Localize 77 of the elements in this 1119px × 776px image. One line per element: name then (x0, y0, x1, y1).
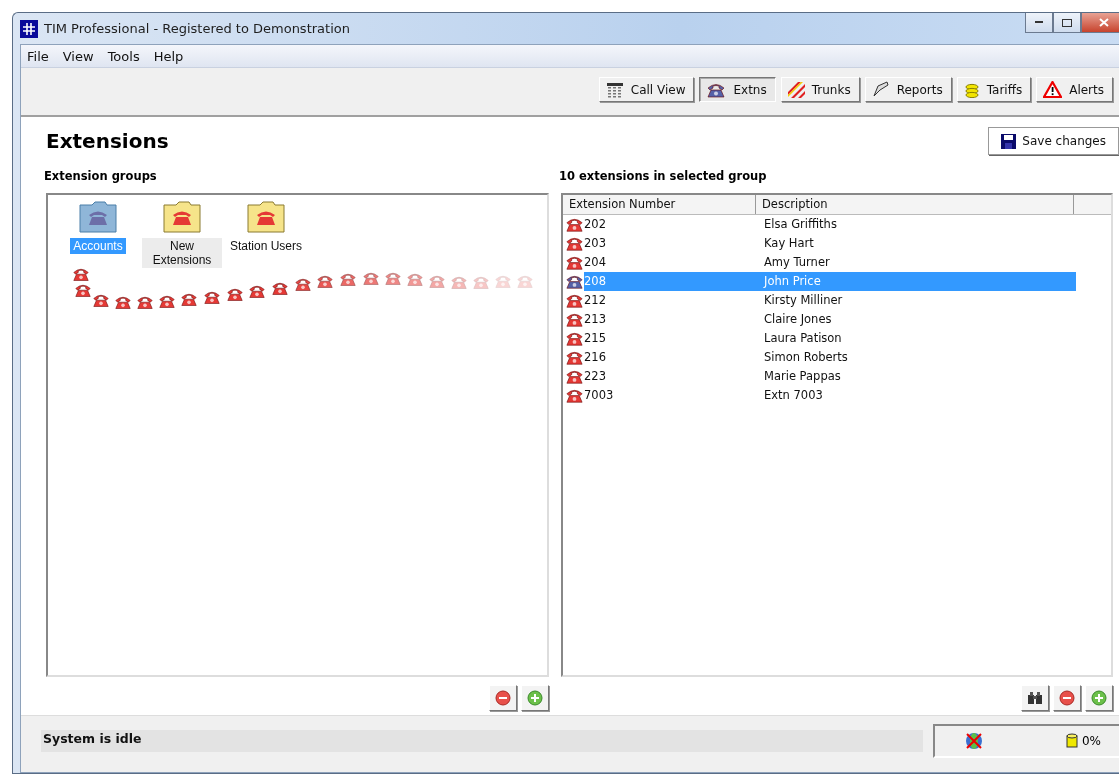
app-icon (20, 19, 38, 38)
table-cell[interactable]: 202 (584, 215, 758, 234)
find-button[interactable] (1021, 685, 1049, 711)
phone-icon (706, 81, 727, 98)
pen-icon (871, 81, 890, 98)
close-icon (1099, 18, 1109, 27)
folder-icon (163, 201, 201, 233)
column-header[interactable]: Extension Number (563, 195, 756, 214)
warning-icon (1043, 81, 1063, 98)
phone-icon (565, 216, 584, 233)
minimize-icon (1035, 21, 1043, 24)
table-cell[interactable]: Laura Patison (758, 329, 1076, 348)
disconnected-globe-icon (965, 732, 983, 750)
table-cell[interactable]: 212 (584, 291, 758, 310)
add-icon (527, 690, 543, 706)
status-message: System is idle (41, 730, 923, 752)
remove-icon (495, 690, 511, 706)
database-icon (1065, 733, 1078, 749)
group-label[interactable]: Station Users (227, 238, 305, 254)
page-title: Extensions (46, 129, 169, 153)
table-cell[interactable]: Simon Roberts (758, 348, 1076, 367)
menu-item[interactable]: Help (149, 48, 192, 64)
window-title: TIM Professional - Registered to Demonstration (44, 21, 350, 36)
group-label[interactable]: New Extensions (142, 238, 222, 268)
panel-heading: Extension groups (44, 169, 158, 183)
close-button[interactable] (1081, 13, 1119, 33)
toolbar-tab[interactable]: Reports (864, 77, 952, 102)
panel-heading: 10 extensions in selected group (559, 169, 768, 183)
table-cell[interactable]: Kay Hart (758, 234, 1076, 253)
table-cell[interactable]: 216 (584, 348, 758, 367)
phone-icon (565, 311, 584, 328)
remove-icon (1059, 690, 1075, 706)
table-icon (605, 81, 624, 98)
coins-icon (963, 81, 980, 98)
table-cell[interactable]: 215 (584, 329, 758, 348)
phone-icon (565, 387, 584, 404)
binoculars-icon (1027, 691, 1043, 705)
add-extension-button[interactable] (1085, 685, 1113, 711)
table-cell[interactable]: 223 (584, 367, 758, 386)
phone-icon (565, 273, 584, 290)
stripes-icon (787, 81, 805, 98)
maximize-icon (1062, 18, 1072, 27)
phone-icon (565, 368, 584, 385)
remove-extension-button[interactable] (1053, 685, 1081, 711)
table-cell[interactable]: Extn 7003 (758, 386, 1076, 405)
phone-icon (565, 292, 584, 309)
add-icon (1091, 690, 1107, 706)
progress-percent: 0% (1081, 734, 1101, 748)
folder-icon (79, 201, 117, 233)
table-cell[interactable]: Amy Turner (758, 253, 1076, 272)
phone-icon (565, 349, 584, 366)
table-cell[interactable]: 204 (584, 253, 758, 272)
table-cell[interactable]: Elsa Griffiths (758, 215, 1076, 234)
maximize-button[interactable] (1053, 13, 1081, 33)
minimize-button[interactable] (1025, 13, 1053, 33)
menu-item[interactable]: File (23, 48, 57, 64)
toolbar-tab[interactable]: Tariffs (956, 77, 1032, 102)
table-cell[interactable]: Marie Pappas (758, 367, 1076, 386)
table-cell[interactable]: Claire Jones (758, 310, 1076, 329)
menu-item[interactable]: View (58, 48, 102, 64)
add-group-button[interactable] (521, 685, 549, 711)
table-cell[interactable]: 7003 (584, 386, 758, 405)
column-header[interactable]: Description (756, 195, 1074, 214)
menu-item[interactable]: Tools (103, 48, 148, 64)
remove-group-button[interactable] (489, 685, 517, 711)
table-cell[interactable]: 213 (584, 310, 758, 329)
toolbar-tab[interactable]: Alerts (1036, 77, 1113, 102)
phone-icon (565, 330, 584, 347)
toolbar-tab[interactable]: Call View (598, 77, 695, 102)
phone-icon (565, 254, 584, 271)
table-cell[interactable]: Kirsty Milliner (758, 291, 1076, 310)
table-cell[interactable]: 203 (584, 234, 758, 253)
toolbar-tab[interactable]: Extns (699, 77, 776, 102)
folder-icon (247, 201, 285, 233)
save-button[interactable]: Save changes (988, 127, 1119, 155)
toolbar-tab[interactable]: Trunks (780, 77, 860, 102)
phone-icon (565, 235, 584, 252)
